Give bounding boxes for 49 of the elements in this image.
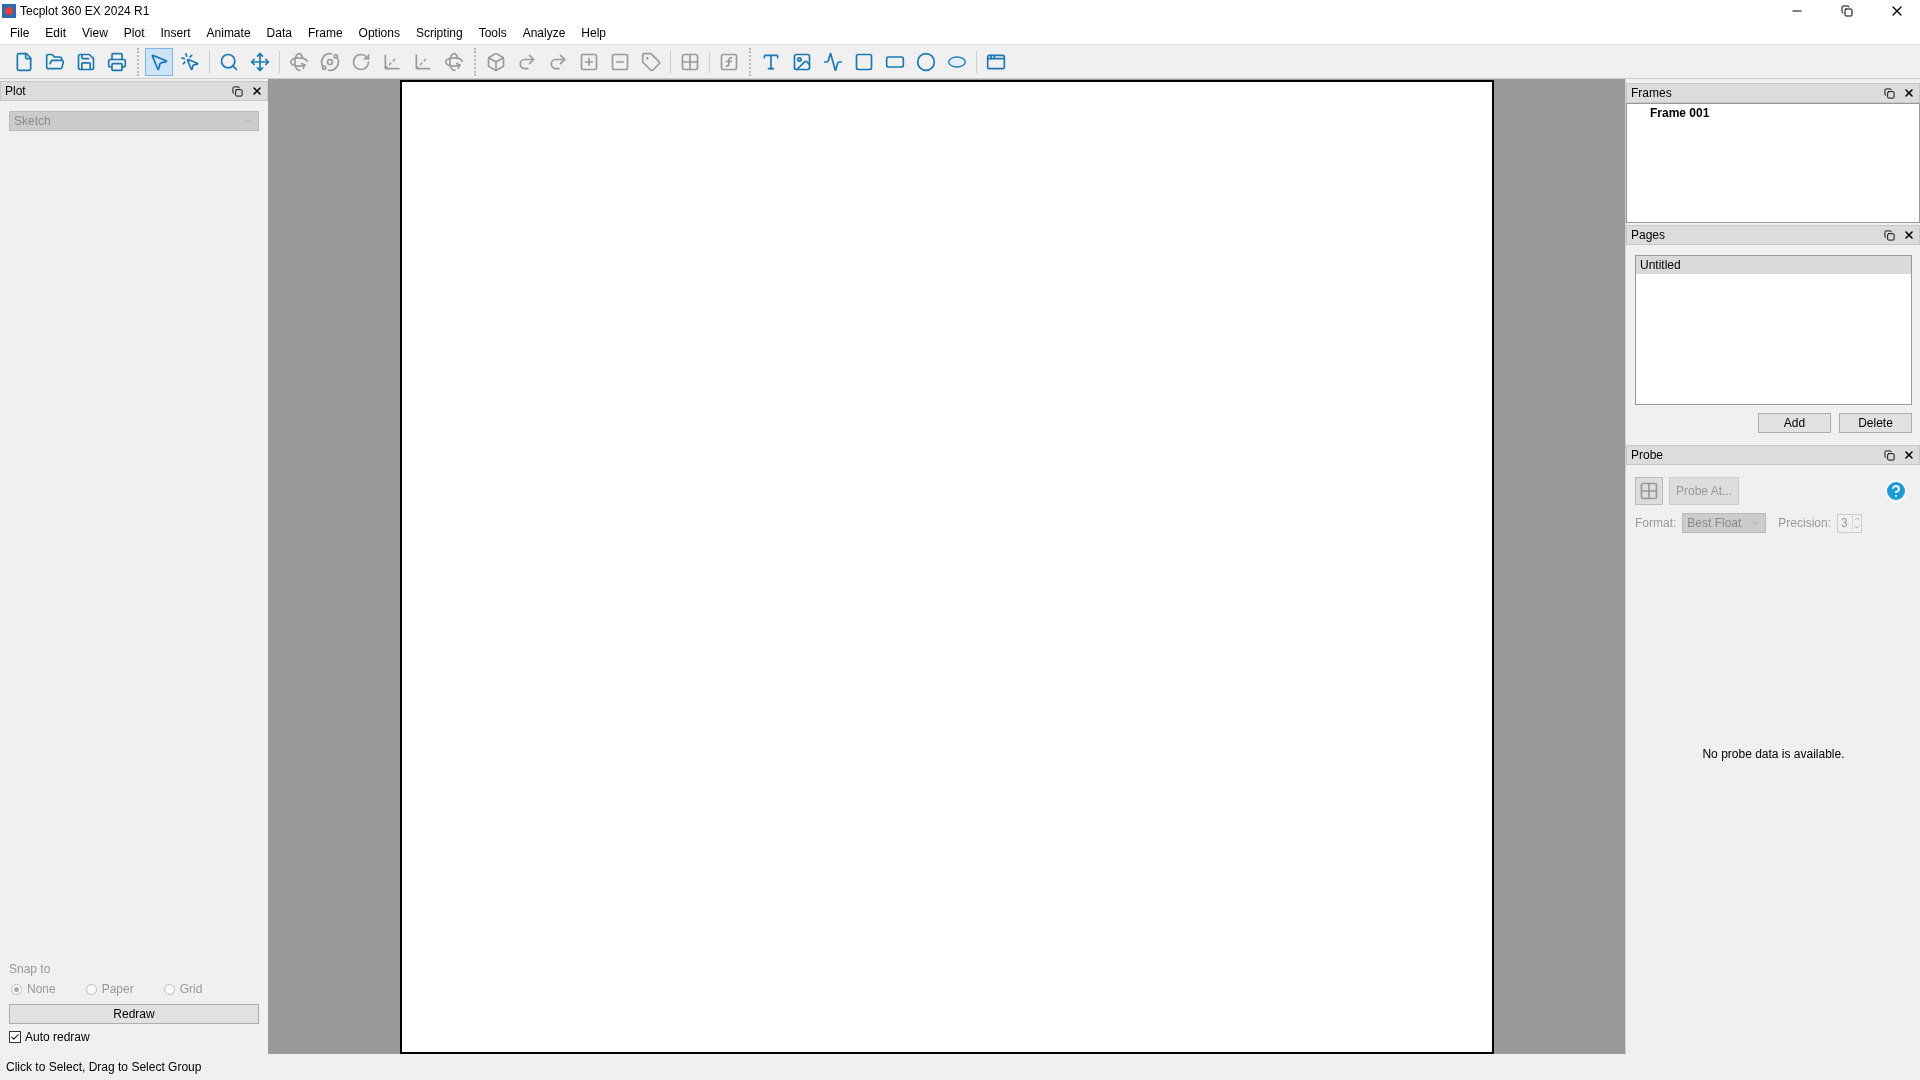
menu-item[interactable]: Insert (152, 24, 199, 42)
radio-button[interactable] (11, 983, 22, 995)
panel-title: Frames (1631, 86, 1673, 100)
menu-item[interactable]: Analyze (514, 24, 574, 42)
float-icon[interactable] (1884, 449, 1895, 461)
radio-button[interactable] (163, 983, 175, 995)
menu-item[interactable]: Frame (299, 24, 351, 42)
menu-item[interactable]: Animate (198, 24, 259, 42)
menu-item[interactable]: Help (573, 24, 615, 42)
panel-title: Pages (1631, 228, 1667, 242)
radio-button[interactable] (85, 983, 97, 995)
page-button[interactable]: Add (1758, 413, 1831, 433)
probe-message: No probe data is available. (1702, 746, 1845, 761)
window-title: Tecplot 360 EX 2024 R1 (20, 4, 151, 18)
float-icon[interactable] (1884, 87, 1895, 99)
close-icon[interactable] (251, 85, 263, 97)
check-icon (10, 1032, 20, 1042)
menu-item[interactable]: View (74, 24, 116, 42)
close-icon[interactable] (1903, 449, 1915, 461)
radio-label: Grid (179, 982, 203, 996)
help-icon[interactable] (1884, 479, 1908, 503)
page-button[interactable]: Delete (1839, 413, 1912, 433)
frame-item[interactable]: Frame 001 (1627, 104, 1919, 120)
checkbox[interactable] (9, 1031, 21, 1043)
menu-item[interactable]: Plot (115, 24, 153, 42)
radio-label: None (27, 982, 56, 996)
redraw-button[interactable]: Redraw (9, 1004, 259, 1024)
menu-item[interactable]: Tools (470, 24, 515, 42)
restore-icon (1841, 5, 1853, 17)
menu-item[interactable]: Edit (37, 24, 75, 42)
format-label: Format: (1635, 516, 1677, 530)
panel-title: Probe (1631, 448, 1665, 462)
snap-label: Snap to (9, 962, 52, 976)
float-icon[interactable] (1884, 229, 1895, 241)
grid-icon (1639, 481, 1659, 501)
menu-item[interactable]: Data (258, 24, 300, 42)
precision-label: Precision: (1778, 516, 1832, 530)
status-text: Click to Select, Drag to Select Group (6, 1060, 202, 1074)
menu-item[interactable]: Options (350, 24, 408, 42)
float-icon[interactable] (232, 85, 243, 97)
app-logo-icon (2, 4, 16, 18)
radio-label: Paper (101, 982, 134, 996)
close-icon[interactable] (1903, 87, 1915, 99)
menu-item[interactable]: File (2, 24, 38, 42)
page-item[interactable]: Untitled (1636, 256, 1911, 274)
close-icon[interactable] (1903, 229, 1915, 241)
checkbox-label: Auto redraw (25, 1030, 90, 1044)
menu-item[interactable]: Scripting (407, 24, 471, 42)
panel-title: Plot (5, 84, 27, 98)
